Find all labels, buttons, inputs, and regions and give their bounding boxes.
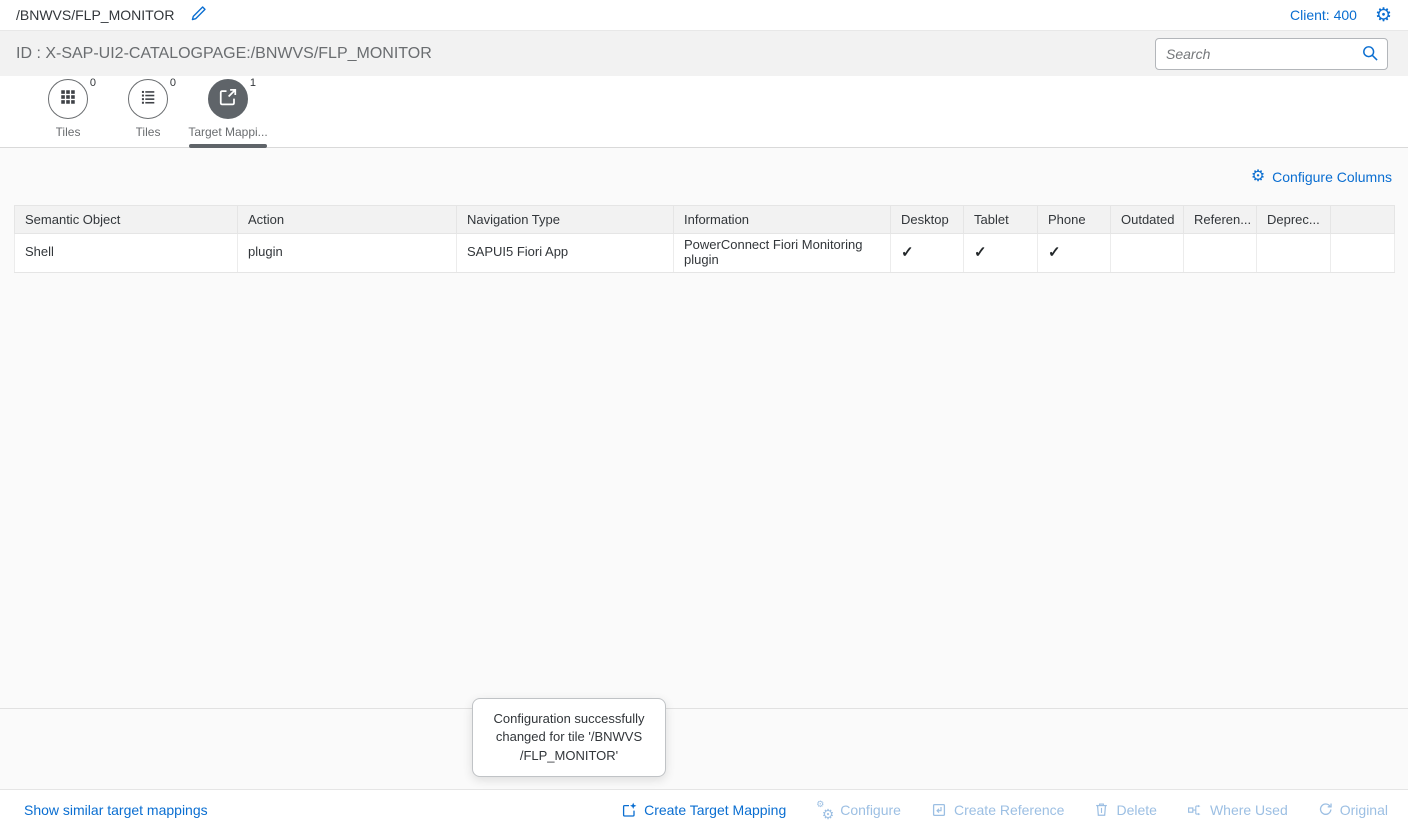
column-header-outdated[interactable]: Outdated: [1111, 206, 1184, 234]
delete-button[interactable]: Delete: [1094, 802, 1156, 818]
show-similar-target-mappings-link[interactable]: Show similar target mappings: [24, 802, 208, 818]
search-icon[interactable]: [1362, 45, 1379, 62]
tab-count-badge: 0: [90, 77, 96, 89]
trash-icon: [1094, 802, 1109, 817]
target-mappings-table: Semantic Object Action Navigation Type I…: [14, 205, 1395, 273]
catalog-title: /BNWVS/FLP_MONITOR: [16, 7, 174, 23]
column-header-deprecated[interactable]: Deprec...: [1257, 206, 1331, 234]
column-header-semantic-object[interactable]: Semantic Object: [15, 206, 238, 234]
cell-outdated: [1111, 234, 1184, 273]
tab-tiles-2[interactable]: 0 Tiles: [108, 76, 188, 147]
configure-columns-label: Configure Columns: [1272, 169, 1392, 185]
gear-icon: ⚙: [1251, 169, 1265, 185]
original-button[interactable]: Original: [1318, 802, 1388, 818]
tab-label: Target Mappi...: [188, 125, 267, 139]
create-target-mapping-button[interactable]: Create Target Mapping: [621, 802, 786, 818]
settings-button[interactable]: ⚙: [1375, 6, 1392, 25]
list-icon: [139, 88, 157, 111]
column-header-navigation-type[interactable]: Navigation Type: [457, 206, 674, 234]
toolbar-button-group: Create Target Mapping ⚙⚙ Configure Creat…: [621, 802, 1388, 818]
button-label: Delete: [1116, 802, 1156, 818]
where-used-icon: [1187, 802, 1203, 818]
bottom-toolbar: Show similar target mappings Create Targ…: [0, 789, 1408, 829]
configure-gears-icon: ⚙⚙: [816, 802, 833, 818]
where-used-button[interactable]: Where Used: [1187, 802, 1288, 818]
cell-reference: [1184, 234, 1257, 273]
button-label: Where Used: [1210, 802, 1288, 818]
button-label: Original: [1340, 802, 1388, 818]
cell-phone-check: ✓: [1038, 234, 1111, 273]
tab-tiles-1[interactable]: 0 Tiles: [28, 76, 108, 147]
edit-title-button[interactable]: [190, 5, 207, 25]
tab-strip: 0 Tiles 0 Tiles: [0, 76, 1408, 148]
main-content: ⚙ Configure Columns Semantic Object Acti…: [0, 148, 1408, 708]
table-header-row: Semantic Object Action Navigation Type I…: [15, 206, 1395, 234]
grid-icon: [59, 88, 77, 111]
configure-button[interactable]: ⚙⚙ Configure: [816, 802, 901, 818]
cell-action: plugin: [238, 234, 457, 273]
table-row[interactable]: Shell plugin SAPUI5 Fiori App PowerConne…: [15, 234, 1395, 273]
original-arrow-icon: [1318, 802, 1333, 817]
search-input[interactable]: [1166, 46, 1362, 62]
tab-label: Tiles: [136, 125, 161, 139]
id-header-band: ID : X-SAP-UI2-CATALOGPAGE:/BNWVS/FLP_MO…: [0, 31, 1408, 76]
catalog-id-label: ID : X-SAP-UI2-CATALOGPAGE:/BNWVS/FLP_MO…: [16, 45, 432, 63]
create-reference-button[interactable]: Create Reference: [931, 802, 1065, 818]
column-header-phone[interactable]: Phone: [1038, 206, 1111, 234]
create-target-mapping-icon: [621, 802, 637, 818]
column-header-reference[interactable]: Referen...: [1184, 206, 1257, 234]
button-label: Create Target Mapping: [644, 802, 786, 818]
configure-columns-button[interactable]: ⚙ Configure Columns: [1251, 169, 1392, 185]
pencil-icon: [190, 5, 207, 25]
cell-desktop-check: ✓: [891, 234, 964, 273]
button-label: Create Reference: [954, 802, 1065, 818]
client-link[interactable]: Client: 400: [1290, 7, 1357, 23]
column-header-desktop[interactable]: Desktop: [891, 206, 964, 234]
cell-semantic-object: Shell: [15, 234, 238, 273]
column-header-tablet[interactable]: Tablet: [964, 206, 1038, 234]
column-header-action[interactable]: Action: [238, 206, 457, 234]
footer-panel: [0, 708, 1408, 789]
tab-count-badge: 0: [170, 77, 176, 89]
cell-navigation-type: SAPUI5 Fiori App: [457, 234, 674, 273]
create-reference-icon: [931, 802, 947, 818]
tab-target-mappings[interactable]: 1 Target Mappi...: [188, 76, 268, 147]
top-bar: /BNWVS/FLP_MONITOR Client: 400 ⚙: [0, 0, 1408, 31]
button-label: Configure: [840, 802, 901, 818]
cell-tablet-check: ✓: [964, 234, 1038, 273]
gear-icon: ⚙: [1375, 6, 1392, 25]
share-icon: [218, 87, 238, 112]
table-toolbar: ⚙ Configure Columns: [0, 148, 1408, 205]
cell-information: PowerConnect Fiori Monitoring plugin: [674, 234, 891, 273]
cell-deprecated: [1257, 234, 1331, 273]
search-box: [1155, 38, 1388, 70]
toast-message: Configuration successfully changed for t…: [472, 698, 666, 777]
column-header-information[interactable]: Information: [674, 206, 891, 234]
column-header-empty: [1331, 206, 1395, 234]
tab-label: Tiles: [56, 125, 81, 139]
tab-count-badge: 1: [250, 77, 256, 89]
catalog-page: /BNWVS/FLP_MONITOR Client: 400 ⚙ ID : X-…: [0, 0, 1408, 829]
cell-empty: [1331, 234, 1395, 273]
